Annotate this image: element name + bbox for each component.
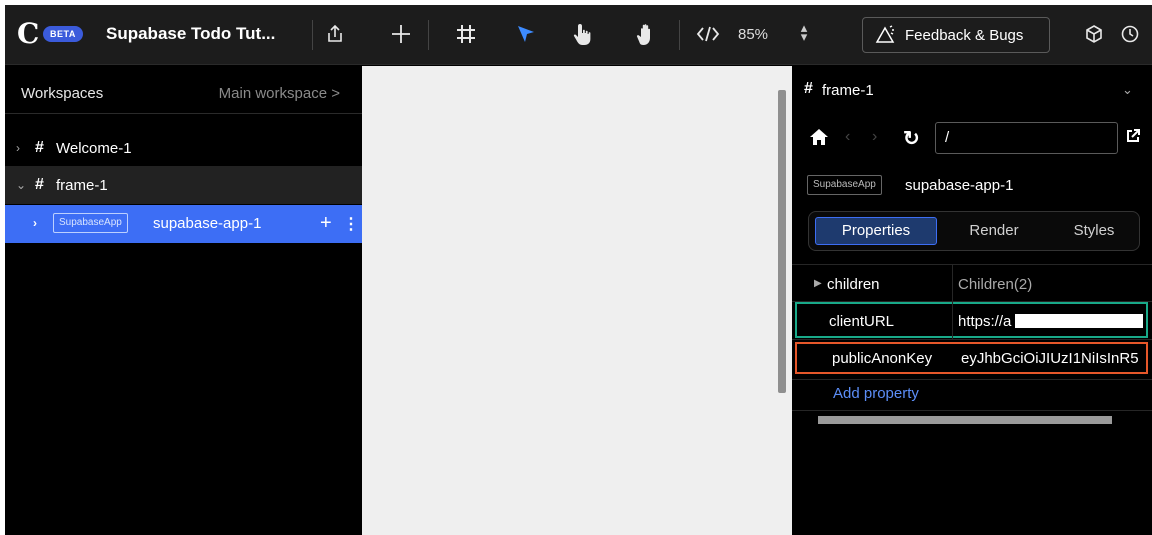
component-name: supabase-app-1 [905,177,1014,194]
main-workspace-link[interactable]: Main workspace > [219,85,340,102]
caret-right-icon[interactable]: ▶ [814,278,822,289]
zoom-level[interactable]: 85% [738,26,768,43]
property-value[interactable]: Children(2) [958,276,1144,293]
chevron-right-icon[interactable]: › [33,216,37,230]
redaction-bar [1015,314,1144,328]
vertical-scrollbar[interactable] [778,90,786,393]
component-tag: SupabaseApp [807,175,882,195]
design-canvas[interactable] [362,66,792,535]
preview-nav-bar: ‹ › ↻ / [792,114,1152,164]
inspector-panel: # frame-1 ⌄ ‹ › ↻ / SupabaseApp supabase… [792,66,1152,535]
back-icon[interactable]: ‹ [845,128,850,146]
selected-component: SupabaseApp supabase-app-1 [792,171,1152,201]
property-key: clientURL [829,313,895,330]
tab-properties[interactable]: Properties [815,217,937,245]
chevron-down-icon[interactable]: ⌄ [16,178,26,192]
open-external-icon[interactable] [1125,128,1141,147]
share-icon[interactable] [322,21,348,47]
property-value-input[interactable]: eyJhbGciOiJIUzI1NiIsInR5 [961,350,1147,367]
frame-icon: # [804,80,813,97]
reload-icon[interactable]: ↻ [903,126,920,151]
feedback-label: Feedback & Bugs [905,26,1024,44]
inspector-header[interactable]: # frame-1 ⌄ [792,66,1152,114]
property-value-input[interactable]: https://aa [958,313,1144,330]
tab-render[interactable]: Render [959,217,1029,245]
chevron-down-icon[interactable]: ⌄ [1122,82,1133,98]
tree-item-welcome-1[interactable]: › # Welcome-1 [5,129,362,167]
section-divider [792,410,1152,411]
home-icon[interactable] [809,127,829,150]
chevron-right-icon[interactable]: › [16,141,20,155]
more-options-icon[interactable]: ⋮ [343,214,359,234]
toolbar-divider [428,20,429,50]
tab-styles[interactable]: Styles [1064,217,1124,245]
frame-icon: # [35,139,44,156]
component-tag: SupabaseApp [53,213,128,233]
frame-tool-icon[interactable] [453,21,479,47]
property-key: children [827,276,880,293]
toolbar-divider [679,20,680,50]
toolbar-divider [312,20,313,50]
history-icon[interactable] [1117,21,1143,47]
code-icon[interactable] [695,21,721,47]
property-row-children[interactable]: ▶ children Children(2) [792,264,1152,303]
property-key: publicAnonKey [832,350,933,367]
pointer-hand-icon[interactable] [570,21,596,47]
tree-item-label: frame-1 [56,177,108,194]
property-row-publicanonkey[interactable]: publicAnonKey eyJhbGciOiJIUzI1NiIsInR5 [792,342,1152,380]
frame-icon: # [35,176,44,193]
workspace-selector[interactable]: Workspaces Main workspace > [5,66,362,114]
chevron-right-icon: > [331,85,340,102]
tree-item-supabase-app-1[interactable]: › SupabaseApp supabase-app-1 + ⋮ [5,205,362,243]
forward-icon[interactable]: › [872,128,877,146]
add-icon[interactable] [388,21,414,47]
add-child-icon[interactable]: + [320,212,332,235]
package-icon[interactable] [1081,21,1107,47]
add-property-link[interactable]: Add property [833,385,919,402]
frame-title: frame-1 [822,82,874,99]
project-title[interactable]: Supabase Todo Tut... [106,24,275,44]
column-divider [952,265,953,303]
tree-item-label: supabase-app-1 [153,215,262,232]
beta-badge: BETA [43,26,83,42]
layers-panel: Workspaces Main workspace > › # Welcome-… [5,66,362,535]
pan-hand-icon[interactable] [633,21,659,47]
feedback-button[interactable]: Feedback & Bugs [862,17,1050,53]
tree-item-label: Welcome-1 [56,140,132,157]
app-window: C BETA Supabase Todo Tut... 85% ▴ ▾ Feed… [5,5,1152,535]
url-input[interactable]: / [935,122,1118,154]
select-cursor-icon[interactable] [513,21,539,47]
column-divider [952,302,953,340]
feedback-icon [875,25,895,43]
inspector-tabs: Properties Render Styles [808,211,1140,251]
tree-item-frame-1[interactable]: ⌄ # frame-1 [5,166,362,204]
property-row-clienturl[interactable]: clientURL https://aa [792,302,1152,340]
app-logo: C [17,17,40,50]
horizontal-scrollbar[interactable] [818,416,1112,424]
top-toolbar: C BETA Supabase Todo Tut... 85% ▴ ▾ Feed… [5,5,1152,65]
zoom-stepper-icon[interactable]: ▴ ▾ [798,21,810,43]
workspaces-label: Workspaces [21,85,104,102]
